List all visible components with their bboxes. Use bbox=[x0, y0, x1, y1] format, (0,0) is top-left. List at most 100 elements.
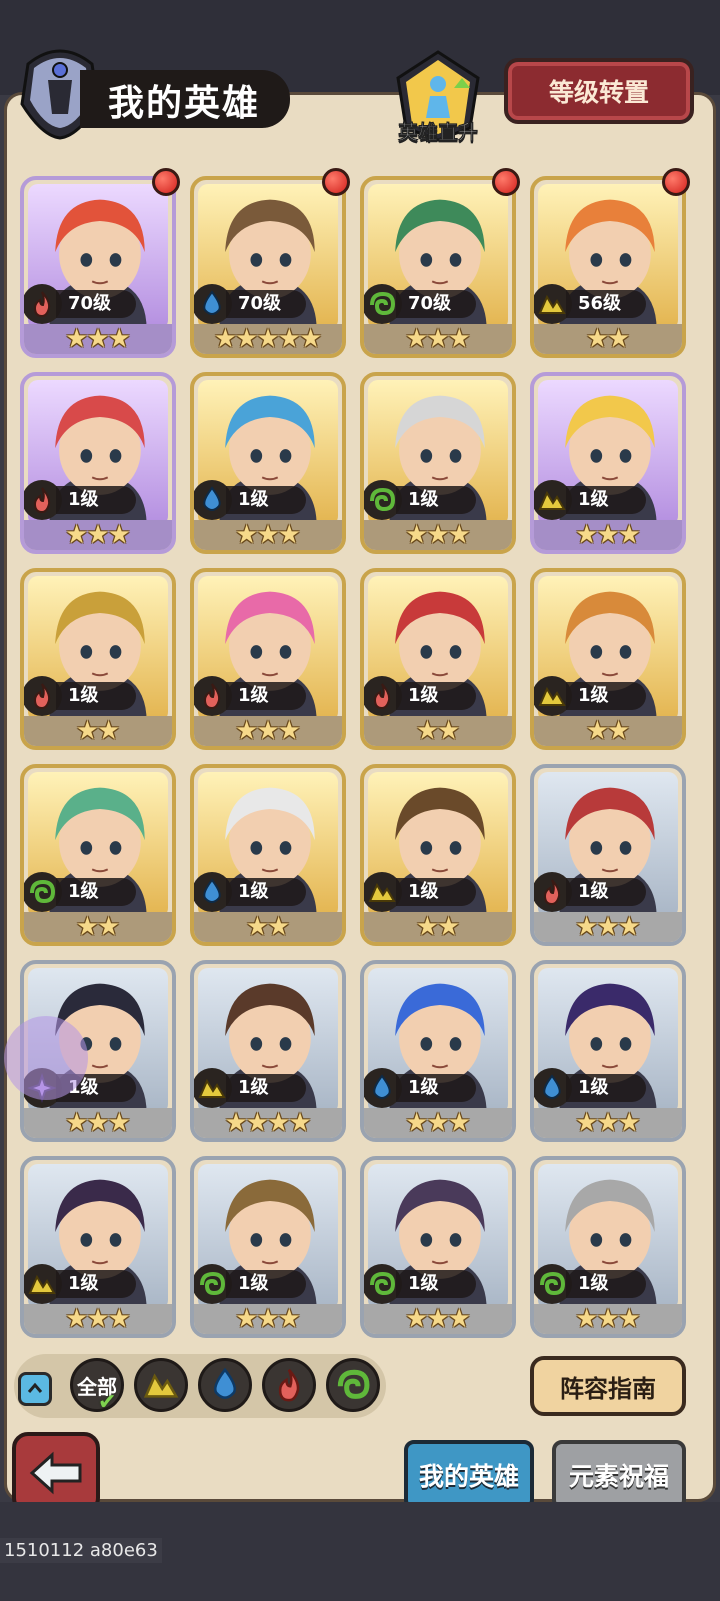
hero-card[interactable]: 1级 ★ ★ ★ bbox=[190, 372, 346, 554]
star-icon: ★ bbox=[107, 1304, 131, 1334]
filter-wind-button[interactable] bbox=[326, 1358, 380, 1412]
star-rating: ★ ★ bbox=[24, 716, 172, 746]
star-icon: ★ bbox=[277, 1304, 301, 1334]
star-icon: ★ bbox=[426, 324, 450, 354]
star-rating: ★ ★ ★ bbox=[534, 520, 682, 550]
star-rating: ★ ★ ★ ★ bbox=[194, 1108, 342, 1138]
star-icon: ★ bbox=[86, 1108, 110, 1138]
tab-my-heroes[interactable]: 我的英雄 bbox=[404, 1440, 534, 1510]
star-icon: ★ bbox=[65, 520, 89, 550]
hero-card[interactable]: 1级 ★ ★ ★ bbox=[360, 960, 516, 1142]
hero-level: 1级 bbox=[566, 486, 646, 514]
hero-card[interactable]: 1级 ★ ★ ★ bbox=[20, 372, 176, 554]
lineup-guide-button[interactable]: 阵容指南 bbox=[530, 1356, 686, 1416]
wind-element-icon bbox=[200, 1271, 226, 1296]
hero-level: 1级 bbox=[226, 486, 306, 514]
star-icon: ★ bbox=[86, 520, 110, 550]
hero-card[interactable]: 1级 ★ ★ ★ bbox=[530, 960, 686, 1142]
star-icon: ★ bbox=[447, 1304, 471, 1334]
hero-card[interactable]: 70级 ★ ★ ★ bbox=[360, 176, 516, 358]
star-icon: ★ bbox=[97, 716, 121, 746]
star-rating: ★ ★ bbox=[534, 716, 682, 746]
star-icon: ★ bbox=[267, 912, 291, 942]
star-icon: ★ bbox=[97, 912, 121, 942]
star-icon: ★ bbox=[575, 1304, 599, 1334]
star-rating: ★ ★ ★ bbox=[194, 716, 342, 746]
fire-element-icon bbox=[33, 487, 51, 514]
wind-element-icon bbox=[370, 487, 396, 512]
hero-card[interactable]: 1级 ★ ★ ★ bbox=[530, 764, 686, 946]
star-icon: ★ bbox=[437, 716, 461, 746]
hero-card[interactable]: 70级 ★ ★ ★ ★ ★ bbox=[190, 176, 346, 358]
star-icon: ★ bbox=[426, 1108, 450, 1138]
level-reset-button[interactable]: 等级转置 bbox=[504, 58, 694, 124]
star-rating: ★ ★ ★ bbox=[534, 1304, 682, 1334]
wind-element-icon bbox=[337, 1369, 370, 1399]
star-icon: ★ bbox=[277, 520, 301, 550]
hero-card[interactable]: 1级 ★ ★ bbox=[360, 568, 516, 750]
chevron-up-icon bbox=[27, 1382, 43, 1393]
hero-level: 1级 bbox=[396, 878, 476, 906]
star-rating: ★ ★ ★ ★ ★ bbox=[194, 324, 342, 354]
star-icon: ★ bbox=[415, 716, 439, 746]
water-element-icon bbox=[203, 290, 221, 315]
notification-dot bbox=[152, 168, 180, 196]
star-icon: ★ bbox=[607, 324, 631, 354]
star-rating: ★ ★ ★ bbox=[364, 324, 512, 354]
tab-elemental-blessing[interactable]: 元素祝福 bbox=[552, 1440, 686, 1510]
hero-card[interactable]: 56级 ★ ★ bbox=[530, 176, 686, 358]
wind-element-icon bbox=[540, 1271, 566, 1296]
star-icon: ★ bbox=[267, 1108, 291, 1138]
hero-level: 1级 bbox=[226, 682, 306, 710]
back-arrow-icon bbox=[29, 1451, 82, 1495]
star-icon: ★ bbox=[213, 324, 238, 354]
water-element-icon bbox=[373, 1074, 391, 1099]
wind-element-icon bbox=[370, 1271, 396, 1296]
hero-card[interactable]: 1级 ★ ★ bbox=[20, 568, 176, 750]
filter-fire-button[interactable] bbox=[262, 1358, 316, 1412]
star-icon: ★ bbox=[585, 324, 609, 354]
star-icon: ★ bbox=[86, 1304, 110, 1334]
sparkle-overlay bbox=[4, 1016, 88, 1100]
star-icon: ★ bbox=[107, 520, 131, 550]
hero-card[interactable]: 1级 ★ ★ ★ bbox=[20, 1156, 176, 1338]
hero-card[interactable]: 1级 ★ ★ ★ bbox=[530, 372, 686, 554]
hero-card[interactable]: 1级 ★ ★ ★ ★ bbox=[190, 960, 346, 1142]
star-icon: ★ bbox=[617, 912, 641, 942]
hero-level: 56级 bbox=[566, 290, 646, 318]
star-icon: ★ bbox=[107, 324, 131, 354]
star-icon: ★ bbox=[235, 520, 259, 550]
water-element-icon bbox=[543, 1074, 561, 1099]
star-rating: ★ ★ ★ bbox=[364, 1304, 512, 1334]
hero-card[interactable]: 1级 ★ ★ ★ bbox=[530, 1156, 686, 1338]
wind-element-icon bbox=[370, 291, 396, 316]
filter-earth-button[interactable] bbox=[134, 1358, 188, 1412]
hero-card[interactable]: 1级 ★ ★ ★ bbox=[190, 568, 346, 750]
water-element-icon bbox=[214, 1367, 236, 1399]
star-rating: ★ ★ ★ bbox=[194, 520, 342, 550]
hero-card[interactable]: 1级 ★ ★ bbox=[530, 568, 686, 750]
hero-card[interactable]: 1级 ★ ★ bbox=[20, 764, 176, 946]
hero-card[interactable]: 1级 ★ ★ bbox=[360, 764, 516, 946]
fire-element-icon bbox=[278, 1368, 300, 1402]
hero-card[interactable]: 70级 ★ ★ ★ bbox=[20, 176, 176, 358]
collapse-up-button[interactable] bbox=[18, 1372, 52, 1406]
star-icon: ★ bbox=[75, 716, 99, 746]
star-icon: ★ bbox=[617, 1108, 641, 1138]
filter-water-button[interactable] bbox=[198, 1358, 252, 1412]
star-icon: ★ bbox=[447, 1108, 471, 1138]
star-icon: ★ bbox=[256, 1304, 280, 1334]
star-rating: ★ ★ ★ bbox=[364, 520, 512, 550]
hero-card[interactable]: 1级 ★ ★ ★ bbox=[360, 1156, 516, 1338]
notification-dot bbox=[662, 168, 690, 196]
hero-card[interactable]: 1级 ★ ★ bbox=[190, 764, 346, 946]
star-icon: ★ bbox=[596, 1304, 620, 1334]
star-icon: ★ bbox=[437, 912, 461, 942]
star-icon: ★ bbox=[256, 716, 280, 746]
earth-element-icon bbox=[538, 686, 566, 706]
hero-card[interactable]: 1级 ★ ★ ★ bbox=[360, 372, 516, 554]
hero-card[interactable]: 1级 ★ ★ ★ bbox=[190, 1156, 346, 1338]
star-icon: ★ bbox=[617, 1304, 641, 1334]
hero-level: 1级 bbox=[56, 486, 136, 514]
earth-element-icon bbox=[368, 882, 396, 902]
